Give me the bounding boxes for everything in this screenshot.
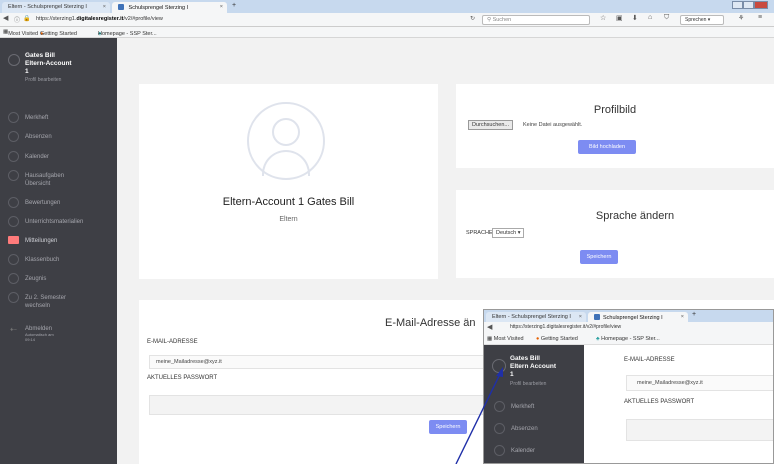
annotation-arrow-line [455,371,502,464]
annotation-arrowhead [496,367,503,377]
annotation-arrow [455,367,503,464]
